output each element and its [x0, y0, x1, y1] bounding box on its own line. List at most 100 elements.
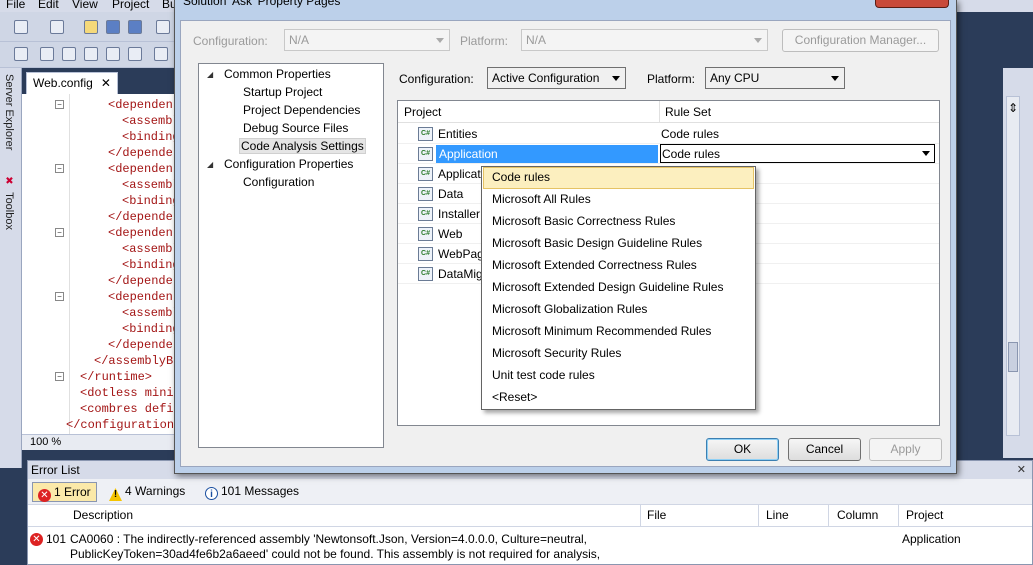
cancel-button[interactable]: Cancel	[788, 438, 861, 461]
close-tab-icon[interactable]: ✕	[101, 76, 111, 90]
uncomment-icon[interactable]	[84, 47, 98, 61]
comment-icon[interactable]	[62, 47, 76, 61]
fold-toggle-icon[interactable]: −	[55, 228, 64, 237]
column-line[interactable]: Line	[766, 508, 789, 522]
tree-item-project-dependencies[interactable]: Project Dependencies	[241, 102, 362, 118]
cut-icon[interactable]	[156, 20, 170, 34]
rule-set-dropdown-list[interactable]: Code rules Microsoft All Rules Microsoft…	[481, 166, 756, 410]
ruleset-option[interactable]: <Reset>	[483, 387, 754, 409]
code-line: </depender	[108, 146, 180, 160]
tree-item-common-properties[interactable]: Common Properties	[222, 66, 333, 82]
dialog-close-button[interactable]	[875, 0, 949, 8]
column-file[interactable]: File	[647, 508, 666, 522]
add-item-icon[interactable]	[50, 20, 64, 34]
chevron-down-icon[interactable]	[922, 151, 930, 156]
tab-label: Web.config	[33, 76, 93, 90]
outdent-icon[interactable]	[40, 47, 54, 61]
configuration-select[interactable]: Active Configuration	[487, 67, 626, 89]
warnings-filter-button[interactable]: ! 4 Warnings	[104, 482, 190, 502]
menu-project[interactable]: Project	[112, 0, 149, 11]
zoom-level[interactable]: 100 %	[30, 436, 61, 448]
toolbox-tab[interactable]: ✖ Toolbox	[3, 176, 15, 230]
column-project[interactable]: Project	[906, 508, 943, 522]
bookmark-icon[interactable]	[106, 47, 120, 61]
error-list-panel: Error List ✕ ✕ 1 Error ! 4 Warnings i 101 M…	[27, 460, 1033, 565]
platform-select[interactable]: Any CPU	[705, 67, 845, 89]
code-line: <assembl	[122, 114, 180, 128]
rule-set-select[interactable]: Code rules	[660, 144, 935, 163]
fold-toggle-icon[interactable]: −	[55, 292, 64, 301]
tree-item-code-analysis-settings[interactable]: Code Analysis Settings	[239, 138, 366, 154]
configuration-manager-button: Configuration Manager...	[782, 29, 939, 52]
tab-web-config[interactable]: Web.config ✕	[26, 72, 118, 94]
editor-scrollbar[interactable]: ⇕	[1006, 96, 1020, 436]
table-row[interactable]: C# Application Code rules	[398, 144, 939, 164]
ruleset-option[interactable]: Microsoft Basic Design Guideline Rules	[483, 233, 754, 255]
open-folder-icon[interactable]	[84, 20, 98, 34]
project-name: Application	[436, 145, 658, 163]
ruleset-option[interactable]: Microsoft Security Rules	[483, 343, 754, 365]
fold-toggle-icon[interactable]: −	[55, 100, 64, 109]
error-list-header: Description File Line Column Project	[28, 505, 1032, 527]
ruleset-option[interactable]: Microsoft Minimum Recommended Rules	[483, 321, 754, 343]
server-explorer-tab[interactable]: Server Explorer	[3, 74, 15, 150]
clear-bookmarks-icon[interactable]	[154, 47, 168, 61]
fold-toggle-icon[interactable]: −	[55, 372, 64, 381]
fold-toggle-icon[interactable]: −	[55, 164, 64, 173]
code-line: </depender	[108, 338, 180, 352]
rule-set-value[interactable]: Code rules	[661, 127, 719, 141]
new-project-icon[interactable]	[14, 20, 28, 34]
chevron-down-icon	[436, 38, 444, 43]
configuration-value: N/A	[289, 33, 310, 47]
column-description[interactable]: Description	[73, 508, 133, 522]
tree-item-debug-source-files[interactable]: Debug Source Files	[241, 120, 350, 136]
column-project[interactable]: Project	[404, 105, 441, 119]
menu-view[interactable]: View	[72, 0, 98, 11]
expand-arrow-icon[interactable]: ◢	[207, 70, 213, 79]
ruleset-option[interactable]: Microsoft Extended Correctness Rules	[483, 255, 754, 277]
table-row[interactable]: C# Entities Code rules	[398, 124, 939, 144]
platform-value: N/A	[526, 33, 547, 47]
platform-select-value: Any CPU	[710, 71, 760, 85]
code-line: <binding	[122, 258, 180, 272]
configuration-label-disabled: Configuration:	[193, 34, 268, 48]
platform-label-disabled: Platform:	[460, 34, 509, 48]
messages-filter-button[interactable]: i 101 Messages	[200, 482, 304, 502]
code-line: <assembl	[122, 178, 180, 192]
ruleset-option[interactable]: Microsoft Globalization Rules	[483, 299, 754, 321]
ruleset-option[interactable]: Microsoft Extended Design Guideline Rule…	[483, 277, 754, 299]
chevron-down-icon	[754, 38, 762, 43]
error-project: Application	[902, 532, 961, 546]
column-rule-set[interactable]: Rule Set	[665, 105, 711, 119]
ruleset-option[interactable]: Code rules	[483, 167, 754, 189]
code-editor[interactable]: − − − − − <dependen <assembl <binding </…	[22, 94, 180, 434]
split-handle-icon[interactable]: ⇕	[1008, 101, 1018, 115]
tree-item-configuration[interactable]: Configuration	[241, 174, 316, 190]
info-icon: i	[205, 487, 218, 500]
indent-icon[interactable]	[14, 47, 28, 61]
save-icon[interactable]	[106, 20, 120, 34]
ruleset-option[interactable]: Microsoft Basic Correctness Rules	[483, 211, 754, 233]
expand-arrow-icon[interactable]: ◢	[207, 160, 213, 169]
ok-button[interactable]: OK	[706, 438, 779, 461]
save-all-icon[interactable]	[128, 20, 142, 34]
csharp-project-icon: C#	[418, 147, 433, 161]
ruleset-option[interactable]: Unit test code rules	[483, 365, 754, 387]
menu-file[interactable]: File	[6, 0, 25, 11]
scrollbar-thumb[interactable]	[1008, 342, 1018, 372]
dialog-title: Solution 'Ask' Property Pages	[183, 0, 341, 8]
ruleset-option[interactable]: Microsoft All Rules	[483, 189, 754, 211]
column-column[interactable]: Column	[837, 508, 878, 522]
menu-edit[interactable]: Edit	[38, 0, 59, 11]
close-panel-icon[interactable]: ✕	[1017, 463, 1026, 476]
errors-filter-button[interactable]: ✕ 1 Error	[32, 482, 97, 502]
left-tool-strip: Server Explorer ✖ Toolbox	[0, 68, 22, 468]
project-name: Installer	[438, 207, 481, 221]
code-line: <dependen	[108, 290, 173, 304]
next-bookmark-icon[interactable]	[128, 47, 142, 61]
code-line: </depender	[108, 210, 180, 224]
tree-item-configuration-properties[interactable]: Configuration Properties	[222, 156, 355, 172]
chevron-down-icon	[831, 76, 839, 81]
property-tree[interactable]: ◢ Common Properties Startup Project Proj…	[198, 63, 384, 448]
tree-item-startup-project[interactable]: Startup Project	[241, 84, 324, 100]
